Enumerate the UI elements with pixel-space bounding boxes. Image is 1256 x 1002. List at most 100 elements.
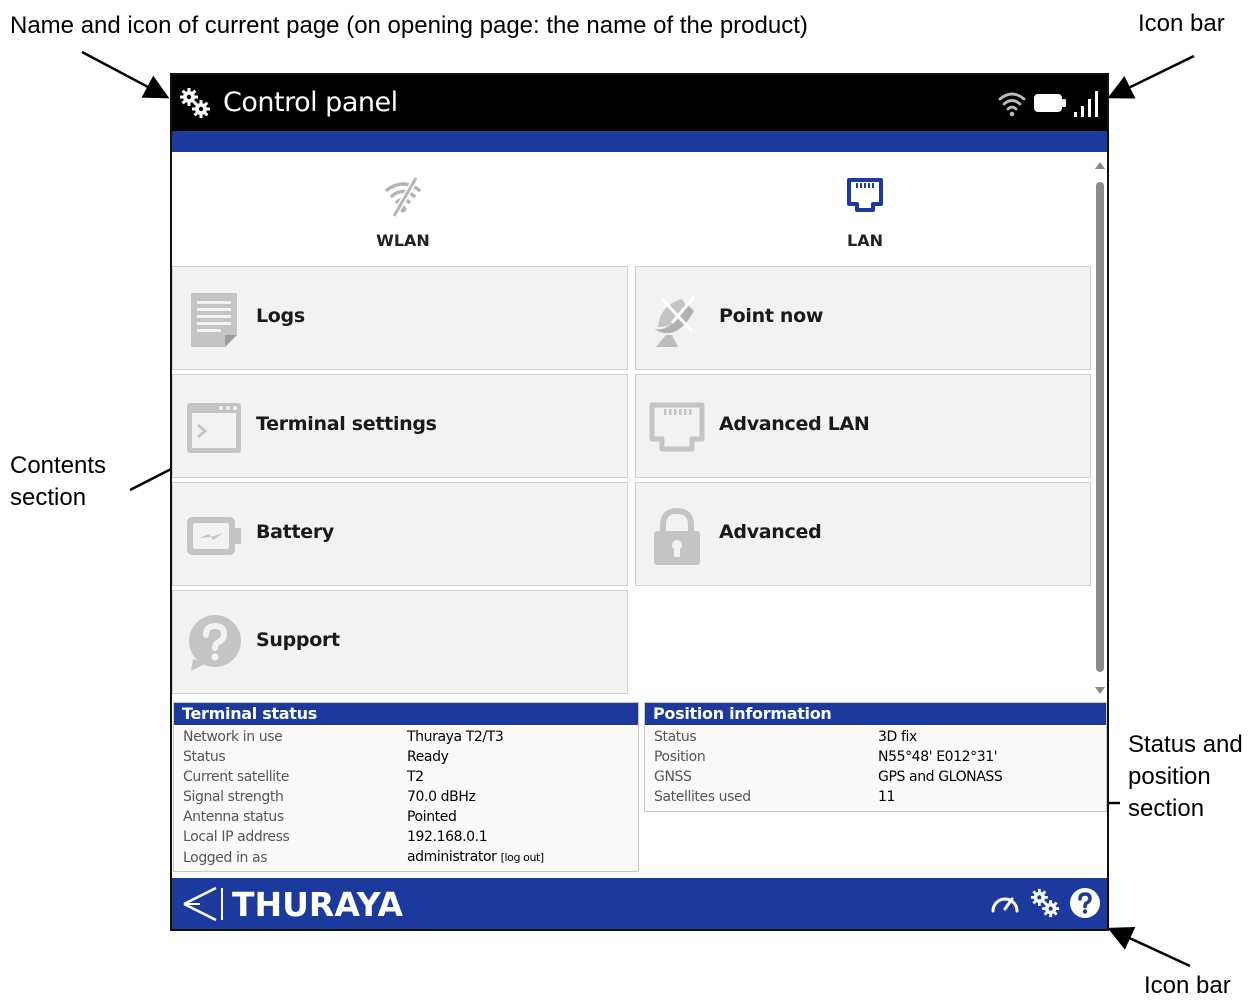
logo-divider	[221, 888, 223, 920]
status-value: administrator	[407, 849, 497, 865]
status-value: 192.168.0.1	[407, 829, 488, 845]
position-value: GPS and GLONASS	[878, 769, 1003, 785]
arrow-page-name	[81, 50, 170, 99]
advanced-lan-tile[interactable]: Advanced LAN	[635, 374, 1091, 478]
status-key: Network in use	[183, 729, 283, 745]
annotation-contents-line2: section	[10, 484, 87, 511]
status-key: Logged in as	[183, 849, 268, 866]
battery-tile-icon	[187, 517, 241, 555]
table-row: Signal strength 70.0 dBHz	[183, 787, 544, 807]
status-key: Signal strength	[183, 789, 284, 805]
status-icon-group	[997, 87, 1101, 119]
status-key: Status	[183, 749, 226, 765]
contents-section: WLAN LAN Logs Point now Terminal setting…	[172, 152, 1107, 878]
content-scrollbar[interactable]	[1092, 162, 1106, 694]
brand-name: THURAYA	[232, 884, 403, 924]
wlan-link[interactable]: WLAN	[172, 152, 634, 262]
advanced-label: Advanced	[719, 521, 822, 543]
position-key: Position	[654, 749, 706, 765]
lock-icon	[654, 507, 700, 565]
thuraya-logo[interactable]: THURAYA	[180, 884, 403, 924]
control-panel-gear-icon	[180, 88, 210, 118]
scroll-down-arrow[interactable]	[1095, 687, 1105, 694]
annotation-status-line3: section	[1128, 795, 1205, 822]
advanced-tile[interactable]: Advanced	[635, 482, 1091, 586]
status-key: Antenna status	[183, 809, 284, 825]
arrow-icon-bar-bottom	[1107, 927, 1191, 968]
table-row: Status Ready	[183, 747, 544, 767]
battery-tile[interactable]: Battery	[172, 482, 628, 586]
terminal-settings-tile[interactable]: Terminal settings	[172, 374, 628, 478]
status-key: Current satellite	[183, 769, 289, 785]
lan-label: LAN	[847, 231, 883, 250]
support-label: Support	[256, 629, 340, 651]
scroll-thumb[interactable]	[1096, 182, 1104, 672]
battery-icon[interactable]	[1033, 91, 1067, 115]
footer-icon-group	[989, 887, 1101, 919]
log-out-link[interactable]: [log out]	[501, 851, 545, 864]
table-row: GNSS GPS and GLONASS	[654, 767, 1003, 787]
terminal-status-title: Terminal status	[174, 703, 638, 725]
status-value: T2	[407, 769, 424, 785]
table-row: Local IP address 192.168.0.1	[183, 827, 544, 847]
annotation-icon-bar-top: Icon bar	[1138, 10, 1225, 37]
control-panel-gear-icon[interactable]	[1029, 887, 1061, 919]
annotation-icon-bar-bottom: Icon bar	[1144, 972, 1231, 999]
page-title: Control panel	[223, 87, 398, 118]
top-icon-bar: Control panel	[172, 75, 1107, 131]
position-value: N55°48' E012°31'	[878, 749, 998, 765]
position-key: Status	[654, 729, 697, 745]
wlan-label: WLAN	[376, 231, 430, 250]
point-now-tile[interactable]: Point now	[635, 266, 1091, 370]
terminal-status-panel: Terminal status Network in use Thuraya T2…	[173, 702, 639, 872]
terminal-status-table: Network in use Thuraya T2/T3 Status Ready …	[183, 727, 544, 868]
position-information-table: Status 3D fix Position N55°48' E012°31' GN…	[654, 727, 1003, 807]
satellite-dish-icon	[654, 296, 696, 347]
position-information-panel: Position information Status 3D fix Positi…	[644, 702, 1107, 812]
support-question-icon	[189, 615, 241, 671]
support-tile[interactable]: Support	[172, 590, 628, 694]
control-panel-window: Control panel WLAN LAN Logs Point now Te…	[170, 73, 1109, 931]
thuraya-star-icon	[183, 886, 217, 922]
lan-link[interactable]: LAN	[634, 152, 1096, 262]
help-icon[interactable]	[1069, 887, 1101, 919]
wifi-icon[interactable]	[997, 89, 1027, 117]
wlan-off-icon	[385, 176, 421, 218]
bottom-icon-bar: THURAYA	[172, 878, 1107, 929]
lan-port-icon	[847, 178, 883, 212]
status-value: Pointed	[407, 809, 457, 825]
position-key: GNSS	[654, 769, 692, 785]
terminal-settings-icon	[187, 403, 241, 453]
position-value: 3D fix	[878, 729, 917, 745]
table-row: Position N55°48' E012°31'	[654, 747, 1002, 767]
terminal-settings-label: Terminal settings	[256, 413, 437, 435]
logs-tile[interactable]: Logs	[172, 266, 628, 370]
annotation-page-name: Name and icon of current page (on openin…	[10, 12, 808, 39]
table-row: Status 3D fix	[654, 727, 1002, 747]
advanced-lan-label: Advanced LAN	[719, 413, 870, 435]
table-row: Logged in as administrator [log out]	[183, 847, 544, 868]
status-value: Ready	[407, 749, 449, 765]
annotation-contents-line1: Contents	[10, 452, 107, 479]
annotation-status-line2: position	[1128, 763, 1211, 790]
dashboard-icon[interactable]	[989, 889, 1021, 917]
position-information-title: Position information	[645, 703, 1106, 725]
annotation-contents-section: Contents section	[10, 450, 106, 514]
annotation-status-position-section: Status and position section	[1128, 729, 1243, 825]
header-accent-strip	[172, 131, 1107, 152]
signal-strength-icon[interactable]	[1073, 88, 1101, 118]
status-key: Local IP address	[183, 829, 290, 845]
table-row: Current satellite T2	[183, 767, 544, 787]
logs-label: Logs	[256, 305, 305, 327]
annotation-status-line1: Status and	[1128, 731, 1243, 758]
scroll-up-arrow[interactable]	[1095, 162, 1105, 169]
position-key: Satellites used	[654, 789, 751, 805]
table-row: Antenna status Pointed	[183, 807, 544, 827]
table-row: Satellites used 11	[654, 787, 1002, 807]
logged-in-value-cell: administrator [log out]	[407, 847, 544, 868]
status-value: Thuraya T2/T3	[407, 729, 504, 745]
advanced-lan-icon	[649, 402, 705, 452]
battery-label: Battery	[256, 521, 335, 543]
point-now-label: Point now	[719, 305, 824, 327]
table-row: Network in use Thuraya T2/T3	[183, 727, 544, 747]
